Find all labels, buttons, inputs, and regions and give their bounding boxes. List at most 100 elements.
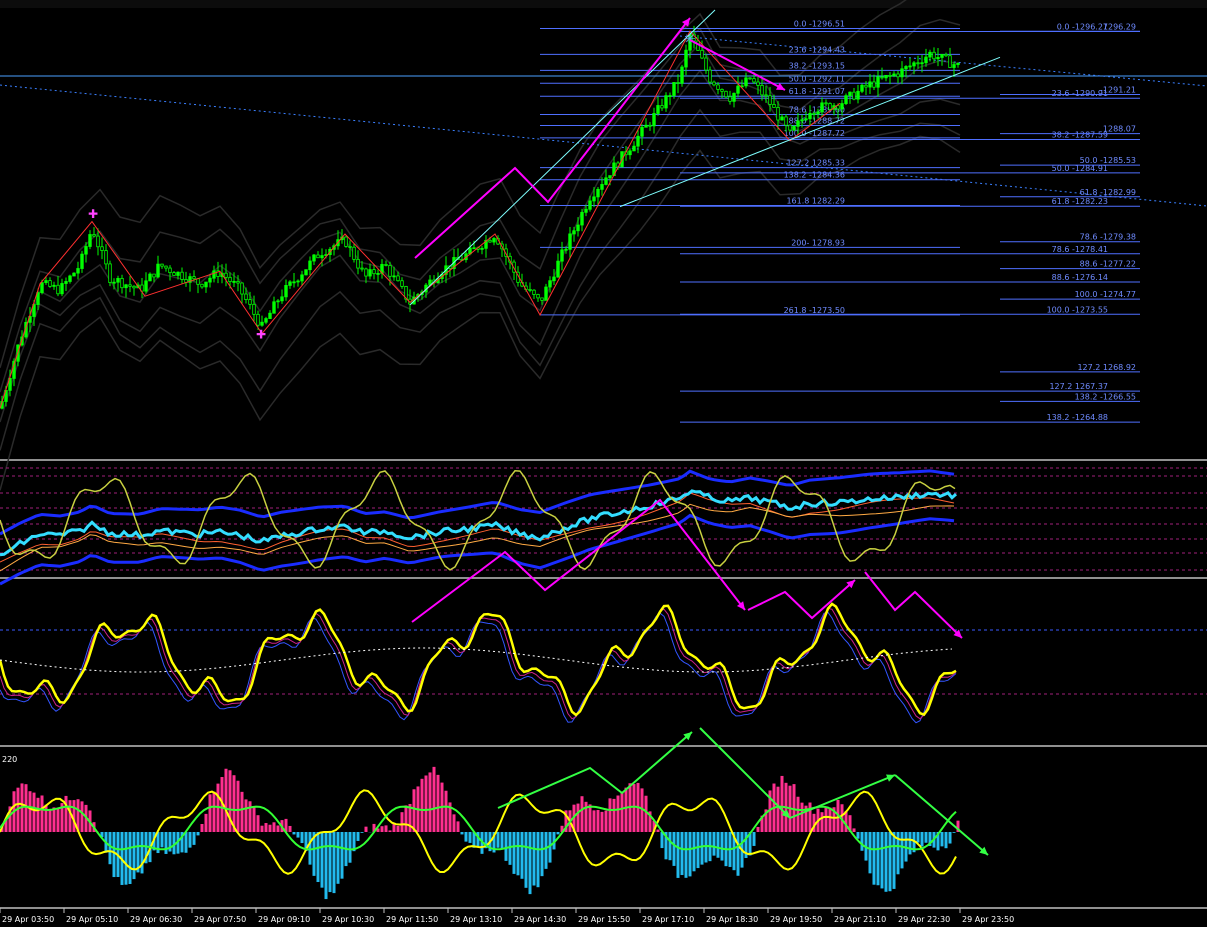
candle-body bbox=[652, 113, 656, 127]
candle-body bbox=[376, 272, 380, 275]
candle-body bbox=[716, 84, 720, 90]
candle-body bbox=[64, 281, 68, 284]
histogram-bar-negative bbox=[884, 832, 888, 892]
histogram-bar-positive bbox=[248, 801, 252, 832]
candle-body bbox=[600, 184, 604, 190]
candle-body bbox=[868, 81, 872, 88]
histogram-bar-positive bbox=[404, 805, 408, 832]
candle-body bbox=[928, 51, 932, 58]
candle-body bbox=[264, 318, 268, 323]
candle-body bbox=[104, 250, 108, 265]
histogram-bar-negative bbox=[696, 832, 700, 869]
histogram-bar-negative bbox=[188, 832, 192, 848]
candle-body bbox=[92, 234, 96, 237]
fib-left-label: 127.2 1285.33 bbox=[786, 159, 845, 168]
histogram-bar-positive bbox=[592, 810, 596, 832]
histogram-bar-positive bbox=[456, 821, 460, 832]
histogram-bar-positive bbox=[428, 772, 432, 832]
fib-farright-label: -1291.21 bbox=[1100, 85, 1136, 94]
candle-body bbox=[392, 275, 396, 278]
histogram-bar-positive bbox=[580, 796, 584, 832]
histogram-bar-negative bbox=[672, 832, 676, 866]
candle-body bbox=[360, 267, 364, 270]
histogram-bar-positive bbox=[388, 830, 392, 832]
candle-body bbox=[544, 286, 548, 301]
histogram-bar-positive bbox=[268, 824, 272, 832]
candle-body bbox=[668, 95, 672, 97]
fib-left-label: 261.8 -1273.50 bbox=[784, 306, 845, 315]
fib-left-label: 61.8 -1291.07 bbox=[789, 87, 845, 96]
candle-body bbox=[676, 82, 680, 84]
histogram-bar-negative bbox=[332, 832, 336, 894]
candle-body bbox=[88, 234, 92, 247]
fib-left-label: 23.6 -1294.43 bbox=[789, 45, 845, 54]
candle-body bbox=[724, 90, 728, 98]
candle-body bbox=[112, 281, 116, 284]
histogram-bar-positive bbox=[380, 826, 384, 832]
histogram-bar-negative bbox=[340, 832, 344, 879]
histogram-bar-negative bbox=[112, 832, 116, 878]
time-label: 29 Apr 17:10 bbox=[642, 915, 694, 924]
histogram-bar-negative bbox=[944, 832, 948, 849]
candle-body bbox=[580, 211, 584, 226]
histogram-bar-negative bbox=[940, 832, 944, 847]
candle-body bbox=[952, 64, 956, 68]
candle-body bbox=[232, 280, 236, 283]
candle-body bbox=[276, 300, 280, 303]
histogram-bar-negative bbox=[508, 832, 512, 865]
candle-body bbox=[808, 112, 812, 120]
candle-body bbox=[236, 280, 240, 284]
histogram-bar-positive bbox=[200, 823, 204, 832]
candle-body bbox=[640, 126, 644, 137]
histogram-bar-negative bbox=[880, 832, 884, 889]
candle-body bbox=[804, 118, 808, 121]
candle-body bbox=[256, 313, 260, 326]
time-label: 29 Apr 11:50 bbox=[386, 915, 438, 924]
candle-body bbox=[180, 271, 184, 280]
candle-body bbox=[176, 271, 180, 276]
candle-body bbox=[852, 91, 856, 100]
candle-body bbox=[196, 278, 200, 285]
candle-body bbox=[760, 84, 764, 96]
peak-marker: ✳ bbox=[684, 32, 696, 48]
candle-body bbox=[320, 255, 324, 259]
histogram-bar-negative bbox=[540, 832, 544, 877]
histogram-bar-positive bbox=[432, 766, 436, 832]
price-chart[interactable]: 0.0 -1296.51 23.6 -1294.43 38.2 -1293.15 50… bbox=[0, 0, 1207, 927]
histogram-bar-positive bbox=[204, 813, 208, 832]
candle-body bbox=[268, 312, 272, 319]
histogram-bar-negative bbox=[320, 832, 324, 888]
candle-body bbox=[388, 265, 392, 277]
histogram-bar-negative bbox=[128, 832, 132, 884]
candle-body bbox=[288, 281, 292, 286]
candle-body bbox=[912, 62, 916, 67]
histogram-bar-positive bbox=[236, 780, 240, 832]
histogram-bar-positive bbox=[384, 825, 388, 832]
time-label: 29 Apr 22:30 bbox=[898, 915, 950, 924]
histogram-bar-positive bbox=[624, 787, 628, 832]
candle-body bbox=[708, 69, 712, 83]
candle-body bbox=[492, 238, 496, 243]
histogram-bar-positive bbox=[612, 798, 616, 832]
candle-body bbox=[200, 283, 204, 288]
histogram-bar-negative bbox=[328, 832, 332, 893]
candle-body bbox=[800, 119, 804, 122]
histogram-bar-positive bbox=[40, 795, 44, 832]
histogram-bar-positive bbox=[252, 806, 256, 832]
histogram-bar-positive bbox=[424, 775, 428, 832]
zigzag-line bbox=[0, 30, 841, 409]
candle-body bbox=[704, 57, 708, 71]
candle-body bbox=[480, 247, 484, 250]
candle-body bbox=[472, 247, 476, 250]
histogram-bar-positive bbox=[852, 828, 856, 832]
histogram-bar-positive bbox=[256, 815, 260, 832]
histogram-bar-positive bbox=[824, 807, 828, 832]
candle-body bbox=[896, 73, 900, 78]
candle-body bbox=[44, 280, 48, 284]
fib-farright-label: 88.6 -1277.22 bbox=[1080, 260, 1136, 269]
histogram-bar-positive bbox=[780, 775, 784, 832]
candle-body bbox=[632, 145, 636, 152]
candle-body bbox=[828, 103, 832, 110]
candle-body bbox=[80, 253, 84, 269]
candle-body bbox=[648, 124, 652, 127]
